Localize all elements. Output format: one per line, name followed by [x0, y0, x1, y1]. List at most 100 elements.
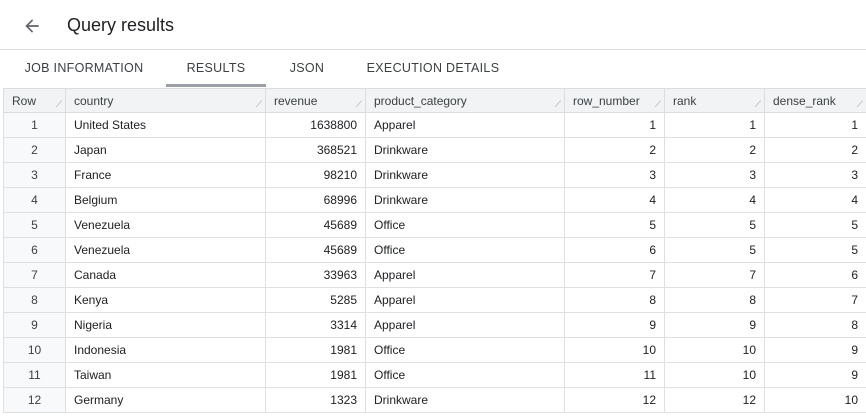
- table-row[interactable]: 10 Indonesia 1981 Office 10 10 9: [3, 337, 866, 363]
- table-row[interactable]: 12 Germany 1323 Drinkware 12 12 10: [3, 387, 866, 413]
- results-grid: Row ⟋ country ⟋ revenue ⟋ product_category ⟋ row…: [3, 88, 866, 416]
- cell-rank: 10: [664, 337, 765, 363]
- column-header-label: row_number: [573, 93, 640, 108]
- cell-row-number: 4: [564, 187, 665, 213]
- cell-dense-rank: 8: [764, 312, 866, 338]
- cell-row: 12: [3, 387, 66, 413]
- cell-product-category: Office: [365, 337, 565, 363]
- table-header-row: Row ⟋ country ⟋ revenue ⟋ product_category ⟋ row…: [3, 88, 866, 113]
- cell-row: 1: [3, 112, 66, 138]
- table-row[interactable]: 6 Venezuela 45689 Office 6 5 5: [3, 237, 866, 263]
- table-row[interactable]: 2 Japan 368521 Drinkware 2 2 2: [3, 137, 866, 163]
- cell-product-category: Apparel: [365, 112, 565, 138]
- cell-dense-rank: 5: [764, 212, 866, 238]
- cell-revenue: 3314: [265, 312, 366, 338]
- cell-row: 11: [3, 362, 66, 388]
- table-row[interactable]: 5 Venezuela 45689 Office 5 5 5: [3, 212, 866, 238]
- cell-country: Germany: [65, 387, 266, 413]
- cell-dense-rank: 1: [764, 112, 866, 138]
- cell-country: France: [65, 162, 266, 188]
- table-row[interactable]: 3 France 98210 Drinkware 3 3 3: [3, 162, 866, 188]
- cell-product-category: Drinkware: [365, 137, 565, 163]
- cell-row-number: 12: [564, 387, 665, 413]
- tab-job-information[interactable]: JOB INFORMATION: [14, 50, 154, 87]
- table-row[interactable]: 7 Canada 33963 Apparel 7 7 6: [3, 262, 866, 288]
- cell-revenue: 1981: [265, 337, 366, 363]
- back-button[interactable]: [18, 12, 46, 40]
- cell-revenue: 45689: [265, 237, 366, 263]
- cell-row: 10: [3, 337, 66, 363]
- column-header-dense-rank[interactable]: dense_rank ⟋: [764, 88, 866, 113]
- cell-revenue: 1638800: [265, 112, 366, 138]
- cell-row: 5: [3, 212, 66, 238]
- cell-revenue: 1323: [265, 387, 366, 413]
- cell-country: Venezuela: [65, 212, 266, 238]
- table-row[interactable]: 1 United States 1638800 Apparel 1 1 1: [3, 112, 866, 138]
- cell-rank: 7: [664, 262, 765, 288]
- cell-product-category: Drinkware: [365, 187, 565, 213]
- column-resize-icon[interactable]: ⟋: [655, 99, 661, 110]
- column-header-label: rank: [673, 93, 697, 108]
- table-row[interactable]: 4 Belgium 68996 Drinkware 4 4 4: [3, 187, 866, 213]
- column-resize-icon[interactable]: ⟋: [755, 99, 761, 110]
- results-header: Query results: [0, 0, 866, 50]
- column-header-product-category[interactable]: product_category ⟋: [365, 88, 565, 113]
- cell-dense-rank: 5: [764, 237, 866, 263]
- cell-country: Belgium: [65, 187, 266, 213]
- column-header-row-number[interactable]: row_number ⟋: [564, 88, 665, 113]
- page-title: Query results: [67, 15, 175, 35]
- column-header-revenue[interactable]: revenue ⟋: [265, 88, 366, 113]
- cell-row-number: 5: [564, 212, 665, 238]
- cell-revenue: 45689: [265, 212, 366, 238]
- column-header-label: Row: [12, 93, 37, 108]
- cell-product-category: Drinkware: [365, 162, 565, 188]
- cell-product-category: Office: [365, 362, 565, 388]
- tab-json[interactable]: JSON: [278, 50, 336, 87]
- cell-row-number: 6: [564, 237, 665, 263]
- cell-dense-rank: 2: [764, 137, 866, 163]
- cell-row-number: 8: [564, 287, 665, 313]
- cell-dense-rank: 9: [764, 337, 866, 363]
- cell-product-category: Drinkware: [365, 387, 565, 413]
- tab-bar: JOB INFORMATION RESULTS JSON EXECUTION D…: [0, 50, 866, 88]
- column-header-rank[interactable]: rank ⟋: [664, 88, 765, 113]
- column-resize-icon[interactable]: ⟋: [56, 99, 62, 110]
- cell-revenue: 98210: [265, 162, 366, 188]
- column-header-label: country: [74, 93, 114, 108]
- cell-country: Kenya: [65, 287, 266, 313]
- cell-country: Indonesia: [65, 337, 266, 363]
- column-resize-icon[interactable]: ⟋: [857, 99, 863, 110]
- column-header-label: product_category: [374, 93, 467, 108]
- cell-country: Venezuela: [65, 237, 266, 263]
- tab-results[interactable]: RESULTS: [166, 50, 266, 87]
- cell-rank: 12: [664, 387, 765, 413]
- column-resize-icon[interactable]: ⟋: [555, 99, 561, 110]
- table-row[interactable]: 11 Taiwan 1981 Office 11 10 9: [3, 362, 866, 388]
- cell-product-category: Apparel: [365, 262, 565, 288]
- cell-row-number: 1: [564, 112, 665, 138]
- cell-country: Taiwan: [65, 362, 266, 388]
- cell-dense-rank: 7: [764, 287, 866, 313]
- table-row[interactable]: 8 Kenya 5285 Apparel 8 8 7: [3, 287, 866, 313]
- cell-revenue: 368521: [265, 137, 366, 163]
- cell-row-number: 3: [564, 162, 665, 188]
- cell-revenue: 1981: [265, 362, 366, 388]
- column-header-country[interactable]: country ⟋: [65, 88, 266, 113]
- tab-execution-details[interactable]: EXECUTION DETAILS: [358, 50, 508, 87]
- cell-row: 8: [3, 287, 66, 313]
- table-body: 1 United States 1638800 Apparel 1 1 1 2 Japan 368…: [3, 112, 866, 413]
- column-header-label: revenue: [274, 93, 318, 108]
- cell-country: Canada: [65, 262, 266, 288]
- column-header-row[interactable]: Row ⟋: [3, 88, 66, 113]
- cell-product-category: Apparel: [365, 312, 565, 338]
- cell-row: 9: [3, 312, 66, 338]
- cell-rank: 5: [664, 212, 765, 238]
- active-tab-indicator: [166, 84, 266, 87]
- column-resize-icon[interactable]: ⟋: [256, 99, 262, 110]
- arrow-left-icon: [25, 19, 39, 33]
- results-table: Row ⟋ country ⟋ revenue ⟋ product_category ⟋ row…: [3, 88, 866, 413]
- column-resize-icon[interactable]: ⟋: [356, 99, 362, 110]
- cell-rank: 4: [664, 187, 765, 213]
- cell-row: 3: [3, 162, 66, 188]
- table-row[interactable]: 9 Nigeria 3314 Apparel 9 9 8: [3, 312, 866, 338]
